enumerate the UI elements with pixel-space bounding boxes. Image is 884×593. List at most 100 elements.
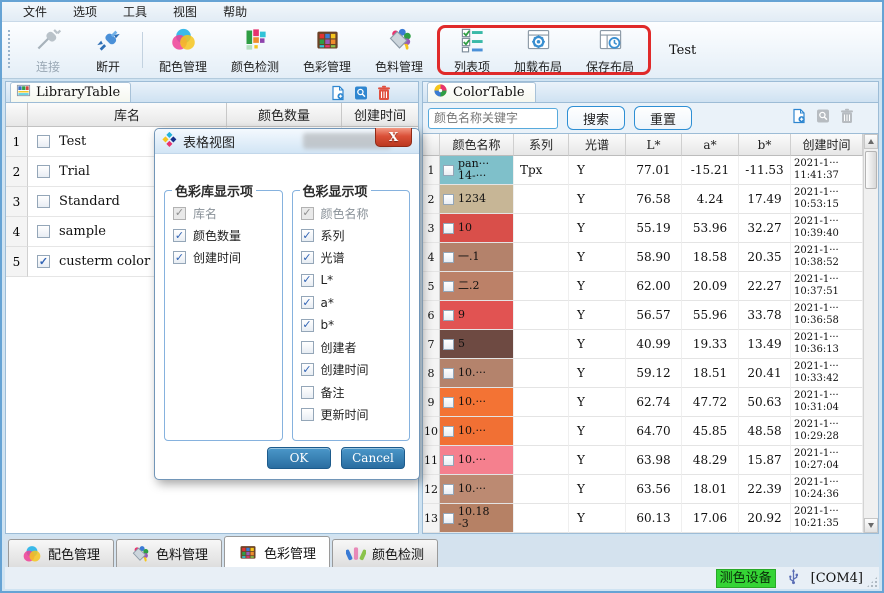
color-swatch-cell[interactable]: 10.··· <box>440 417 514 446</box>
column-header[interactable]: 颜色数量 <box>227 103 342 126</box>
reset-button[interactable]: 重置 <box>634 106 692 130</box>
color-swatch-cell[interactable]: pan··· 14-··· <box>440 156 514 185</box>
search-color-icon[interactable] <box>815 108 831 128</box>
delete-color-icon[interactable] <box>839 108 855 128</box>
toolbar-button-connect[interactable]: 连接 <box>18 24 78 76</box>
display-option-row[interactable]: 库名 <box>170 202 277 224</box>
row-checkbox[interactable] <box>443 164 454 176</box>
scroll-thumb[interactable] <box>865 151 877 189</box>
toolbar-button-list-items[interactable]: 列表项 <box>442 28 502 74</box>
column-header[interactable]: L* <box>626 134 682 156</box>
color-search-input[interactable] <box>428 107 558 129</box>
row-checkbox[interactable] <box>443 512 454 524</box>
display-option-row[interactable]: 颜色数量 <box>170 224 277 246</box>
display-option-row[interactable]: 系列 <box>298 224 405 246</box>
column-header[interactable]: 创建时间 <box>342 103 418 126</box>
color-swatch-cell[interactable]: 10 <box>440 214 514 243</box>
row-checkbox[interactable] <box>443 251 454 263</box>
toolbar-drag-handle[interactable] <box>8 30 12 70</box>
column-header[interactable]: 创建时间 <box>791 134 863 156</box>
dialog-close-button[interactable]: X <box>375 128 412 147</box>
display-option-row[interactable]: 备注 <box>298 381 405 403</box>
row-checkbox[interactable] <box>443 280 454 292</box>
color-swatch-cell[interactable]: 二.2 <box>440 272 514 301</box>
row-checkbox[interactable] <box>37 225 50 238</box>
column-header[interactable]: 库名 <box>28 103 227 126</box>
column-header[interactable]: a* <box>682 134 739 156</box>
display-option-row[interactable]: 颜色名称 <box>298 202 405 224</box>
toolbar-button-load-layout[interactable]: 加载布局 <box>502 28 574 74</box>
bottom-tab-color-manage[interactable]: 色彩管理 <box>224 536 331 567</box>
row-checkbox[interactable] <box>443 309 454 321</box>
color-swatch-cell[interactable]: 5 <box>440 330 514 359</box>
color-swatch-cell[interactable]: 10.··· <box>440 388 514 417</box>
option-checkbox[interactable] <box>300 229 314 243</box>
display-option-row[interactable]: 创建时间 <box>298 359 405 381</box>
option-checkbox[interactable] <box>173 251 186 265</box>
display-option-row[interactable]: 更新时间 <box>298 404 405 426</box>
row-checkbox[interactable] <box>443 367 454 379</box>
option-checkbox[interactable] <box>300 408 314 422</box>
menu-item[interactable]: 帮助 <box>210 2 260 21</box>
color-swatch-cell[interactable]: 9 <box>440 301 514 330</box>
option-checkbox[interactable] <box>300 273 314 287</box>
resize-grip[interactable] <box>866 576 878 588</box>
toolbar-button-colorant-manage[interactable]: 色料管理 <box>363 24 435 76</box>
row-checkbox[interactable] <box>443 425 454 437</box>
column-header[interactable]: 系列 <box>514 134 569 156</box>
display-option-row[interactable]: 创建时间 <box>170 247 277 269</box>
option-checkbox[interactable] <box>300 318 314 332</box>
bottom-tab-color-fan[interactable]: 颜色检测 <box>332 539 439 567</box>
color-table-scrollbar[interactable] <box>863 134 878 533</box>
display-option-row[interactable]: a* <box>298 292 405 314</box>
add-color-icon[interactable] <box>791 108 807 128</box>
search-button[interactable]: 搜索 <box>567 106 625 130</box>
row-checkbox[interactable] <box>443 483 454 495</box>
add-library-icon[interactable] <box>330 85 346 105</box>
option-checkbox[interactable] <box>300 341 314 355</box>
option-checkbox[interactable] <box>300 251 314 265</box>
menu-item[interactable]: 工具 <box>110 2 160 21</box>
column-header[interactable]: 颜色名称 <box>440 134 514 156</box>
row-checkbox[interactable] <box>37 195 50 208</box>
column-header[interactable]: 光谱 <box>569 134 626 156</box>
option-checkbox[interactable] <box>300 363 314 377</box>
menu-item[interactable]: 选项 <box>60 2 110 21</box>
row-checkbox[interactable] <box>443 222 454 234</box>
toolbar-button-disconnect[interactable]: 断开 <box>78 24 138 76</box>
scroll-down-button[interactable] <box>864 518 878 533</box>
toolbar-button-color-manage[interactable]: 色彩管理 <box>291 24 363 76</box>
color-swatch-cell[interactable]: 10.··· <box>440 359 514 388</box>
toolbar-button-save-layout[interactable]: 保存布局 <box>574 28 646 74</box>
option-checkbox[interactable] <box>300 206 314 220</box>
display-option-row[interactable]: 创建者 <box>298 336 405 358</box>
option-checkbox[interactable] <box>173 206 186 220</box>
menu-item[interactable]: 文件 <box>10 2 60 21</box>
toolbar-button-color-detect[interactable]: 颜色检测 <box>219 24 291 76</box>
row-checkbox[interactable] <box>443 454 454 466</box>
row-checkbox[interactable] <box>443 193 454 205</box>
search-library-icon[interactable] <box>353 85 369 105</box>
color-swatch-cell[interactable]: 1234 <box>440 185 514 214</box>
row-checkbox[interactable] <box>443 338 454 350</box>
row-checkbox[interactable] <box>37 255 50 268</box>
row-checkbox[interactable] <box>443 396 454 408</box>
toolbar-button-color-match[interactable]: 配色管理 <box>147 24 219 76</box>
library-table-tab[interactable]: LibraryTable <box>10 82 132 102</box>
row-checkbox[interactable] <box>37 165 50 178</box>
scroll-up-button[interactable] <box>864 134 878 149</box>
row-checkbox[interactable] <box>37 135 50 148</box>
color-swatch-cell[interactable]: 一.1 <box>440 243 514 272</box>
color-table-tab[interactable]: ColorTable <box>427 82 536 102</box>
display-option-row[interactable]: b* <box>298 314 405 336</box>
bottom-tab-color-match[interactable]: 配色管理 <box>8 539 115 567</box>
display-option-row[interactable]: 光谱 <box>298 247 405 269</box>
cancel-button[interactable]: Cancel <box>341 447 405 469</box>
option-checkbox[interactable] <box>300 296 314 310</box>
bottom-tab-colorant-manage[interactable]: 色料管理 <box>116 539 223 567</box>
color-swatch-cell[interactable]: 10.··· <box>440 446 514 475</box>
display-option-row[interactable]: L* <box>298 269 405 291</box>
option-checkbox[interactable] <box>300 385 314 399</box>
menu-item[interactable]: 视图 <box>160 2 210 21</box>
ok-button[interactable]: OK <box>267 447 331 469</box>
